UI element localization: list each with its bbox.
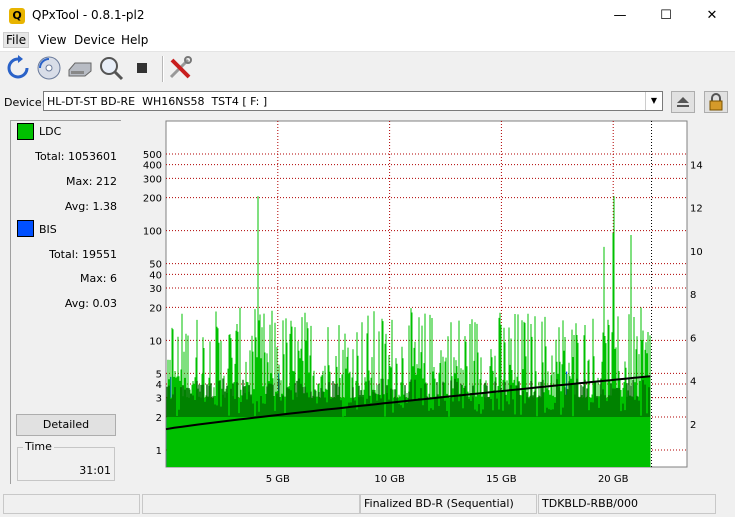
y-left-tick-label: 300 (143, 174, 162, 185)
status-cell-2 (142, 494, 360, 514)
error-rate-chart: 5 GB 10 GB 15 GB 20 GB123451020304050100200… (143, 120, 703, 485)
y-left-tick-label: 3 (156, 394, 162, 405)
y-left-tick-label: 1 (156, 446, 162, 457)
y-right-tick-label: 4 (690, 377, 696, 388)
y-left-tick-label: 100 (143, 227, 162, 238)
y-left-tick-label: 50 (149, 260, 162, 271)
y-left-tick-label: 200 (143, 194, 162, 205)
y-right-tick-label: 10 (690, 247, 703, 258)
y-right-tick-label: 6 (690, 333, 696, 344)
y-left-tick-label: 4 (156, 380, 162, 391)
y-right-tick-label: 2 (690, 420, 696, 431)
y-left-tick-label: 5 (156, 369, 162, 380)
status-bar: Finalized BD-R (Sequential) TDKBLD-RBB/0… (0, 492, 735, 517)
y-left-tick-label: 400 (143, 161, 162, 172)
x-tick-label: 20 GB (598, 474, 629, 485)
y-right-tick-label: 14 (690, 160, 703, 171)
y-right-tick-label: 8 (690, 290, 696, 301)
y-left-tick-label: 2 (156, 413, 162, 424)
x-tick-label: 5 GB (266, 474, 290, 485)
x-tick-label: 15 GB (486, 474, 517, 485)
y-left-tick-label: 500 (143, 150, 162, 161)
x-tick-label: 10 GB (374, 474, 405, 485)
y-left-tick-label: 40 (149, 270, 162, 281)
disc-type-status: Finalized BD-R (Sequential) (360, 494, 537, 514)
y-right-tick-label: 12 (690, 204, 703, 215)
status-cell-1 (3, 494, 140, 514)
y-left-tick-label: 30 (149, 284, 162, 295)
y-left-tick-label: 20 (149, 303, 162, 314)
media-id-status: TDKBLD-RBB/000 (538, 494, 716, 514)
y-left-tick-label: 10 (149, 336, 162, 347)
